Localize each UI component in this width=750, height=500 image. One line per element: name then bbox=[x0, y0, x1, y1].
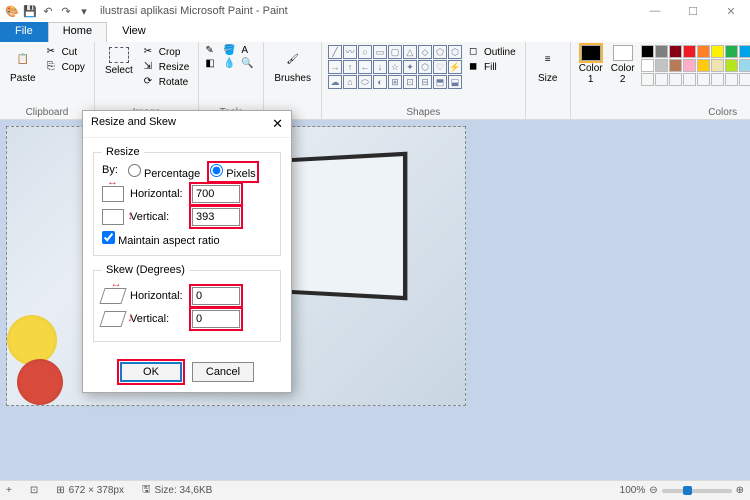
fill-button[interactable]: ◼Fill bbox=[466, 60, 519, 74]
palette-custom[interactable] bbox=[641, 73, 750, 86]
maximize-button[interactable]: ☐ bbox=[678, 5, 708, 18]
canvas-content bbox=[17, 359, 63, 405]
palette-row2[interactable] bbox=[641, 59, 750, 72]
brushes-button[interactable]: 🖌Brushes bbox=[270, 45, 315, 86]
resize-button[interactable]: ⇲Resize bbox=[141, 60, 193, 74]
skew-vertical-input[interactable] bbox=[192, 310, 240, 328]
outline-button[interactable]: ◻Outline bbox=[466, 45, 519, 59]
size-icon: ≡ bbox=[536, 47, 560, 71]
crop-button[interactable]: ✂Crop bbox=[141, 45, 193, 59]
group-shapes: ╱〰○▭▢△◇⬠⬡ →↑←↓☆✦⬡♡⚡ ☁⌂⬭◐⊞⊡⊟⬒⬓ ◻Outline ◼… bbox=[322, 42, 526, 119]
skew-v-icon bbox=[99, 311, 126, 327]
brush-icon: 🖌 bbox=[281, 47, 305, 71]
size-button[interactable]: ≡Size bbox=[532, 45, 564, 86]
close-button[interactable]: ✕ bbox=[716, 5, 746, 18]
group-image: Select ✂Crop ⇲Resize ⟳Rotate Image bbox=[95, 42, 199, 119]
ribbon-tabs: File Home View bbox=[0, 22, 750, 42]
resize-skew-dialog: Resize and Skew ✕ Resize By: Percentage … bbox=[82, 110, 292, 393]
minimize-button[interactable]: — bbox=[640, 5, 670, 18]
skew-h-icon bbox=[99, 288, 126, 304]
tab-home[interactable]: Home bbox=[48, 22, 107, 42]
dimensions-text: 672 × 378px bbox=[69, 485, 124, 496]
copy-icon: ⎘ bbox=[47, 61, 59, 73]
ribbon: 📋Paste ✂Cut ⎘Copy Clipboard Select ✂Crop… bbox=[0, 42, 750, 120]
outline-icon: ◻ bbox=[469, 46, 481, 58]
resize-icon: ⇲ bbox=[144, 61, 156, 73]
percentage-radio[interactable]: Percentage bbox=[128, 164, 200, 180]
crop-icon: ✂ bbox=[144, 46, 156, 58]
picker-icon[interactable]: 💧 bbox=[223, 58, 239, 69]
resize-fieldset: Resize By: Percentage Pixels Horizontal:… bbox=[93, 146, 281, 256]
redo-icon[interactable]: ↷ bbox=[58, 3, 74, 19]
shapes-gallery[interactable]: ╱〰○▭▢△◇⬠⬡ →↑←↓☆✦⬡♡⚡ ☁⌂⬭◐⊞⊡⊟⬒⬓ bbox=[328, 45, 462, 89]
color2-button[interactable]: Color 2 bbox=[609, 45, 637, 85]
group-size: ≡Size bbox=[526, 42, 571, 119]
skew-horizontal-input[interactable] bbox=[192, 287, 240, 305]
cut-icon: ✂ bbox=[47, 46, 59, 58]
app-icon: 🎨 bbox=[4, 3, 20, 19]
vertical-icon bbox=[102, 209, 124, 225]
cut-button[interactable]: ✂Cut bbox=[44, 45, 88, 59]
group-tools: ✎ 🪣 A ◧ 💧 🔍 Tools bbox=[199, 42, 264, 119]
group-colors: Color 1 Color 2 Edit colors 🎈Edit with P… bbox=[571, 42, 750, 119]
zoom-in-button[interactable]: ⊕ bbox=[736, 485, 744, 496]
select-icon bbox=[109, 47, 129, 63]
aspect-checkbox[interactable]: Maintain aspect ratio bbox=[102, 235, 220, 247]
zoom-text: 100% bbox=[620, 485, 646, 496]
group-clipboard: 📋Paste ✂Cut ⎘Copy Clipboard bbox=[0, 42, 95, 119]
bucket-icon[interactable]: 🪣 bbox=[223, 45, 239, 56]
zoom-icon[interactable]: 🔍 bbox=[241, 58, 257, 69]
filesize-icon: 🖫 bbox=[142, 482, 151, 499]
save-icon[interactable]: 💾 bbox=[22, 3, 38, 19]
dialog-title: Resize and Skew bbox=[91, 116, 176, 132]
undo-icon[interactable]: ↶ bbox=[40, 3, 56, 19]
ok-button[interactable]: OK bbox=[120, 362, 182, 382]
resize-vertical-input[interactable] bbox=[192, 208, 240, 226]
tab-file[interactable]: File bbox=[0, 22, 48, 42]
zoom-out-button[interactable]: ⊖ bbox=[649, 485, 657, 496]
rotate-icon: ⟳ bbox=[144, 76, 156, 88]
select-button[interactable]: Select bbox=[101, 45, 137, 78]
qat-dropdown-icon[interactable]: ▾ bbox=[76, 3, 92, 19]
eraser-icon[interactable]: ◧ bbox=[205, 58, 221, 69]
titlebar: 🎨 💾 ↶ ↷ ▾ ilustrasi aplikasi Microsoft P… bbox=[0, 0, 750, 22]
dimensions-icon: ⊞ bbox=[56, 485, 64, 496]
palette-row1[interactable] bbox=[641, 45, 750, 58]
zoom-slider[interactable] bbox=[662, 489, 732, 493]
copy-button[interactable]: ⎘Copy bbox=[44, 60, 88, 74]
text-icon[interactable]: A bbox=[241, 45, 257, 56]
cursor-pos-icon: + bbox=[6, 485, 12, 496]
tab-view[interactable]: View bbox=[107, 22, 161, 42]
cancel-button[interactable]: Cancel bbox=[192, 362, 254, 382]
color1-button[interactable]: Color 1 bbox=[577, 45, 605, 85]
filesize-text: Size: 34,6KB bbox=[154, 485, 212, 496]
rotate-button[interactable]: ⟳Rotate bbox=[141, 75, 193, 89]
selection-icon: ⊡ bbox=[30, 485, 38, 496]
skew-fieldset: Skew (Degrees) Horizontal: Vertical: bbox=[93, 264, 281, 342]
statusbar: + ⊡ ⊞ 672 × 378px 🖫Size: 34,6KB 100%⊖ ⊕ bbox=[0, 480, 750, 500]
horizontal-icon bbox=[102, 186, 124, 202]
window-title: ilustrasi aplikasi Microsoft Paint - Pai… bbox=[100, 5, 288, 17]
paste-button[interactable]: 📋Paste bbox=[6, 45, 40, 86]
pixels-radio[interactable]: Pixels bbox=[210, 164, 255, 180]
pencil-icon[interactable]: ✎ bbox=[205, 45, 221, 56]
fill-icon: ◼ bbox=[469, 61, 481, 73]
resize-horizontal-input[interactable] bbox=[192, 185, 240, 203]
paste-icon: 📋 bbox=[11, 47, 35, 71]
canvas-content bbox=[7, 315, 57, 365]
group-brushes: 🖌Brushes bbox=[264, 42, 322, 119]
dialog-close-button[interactable]: ✕ bbox=[272, 116, 283, 132]
